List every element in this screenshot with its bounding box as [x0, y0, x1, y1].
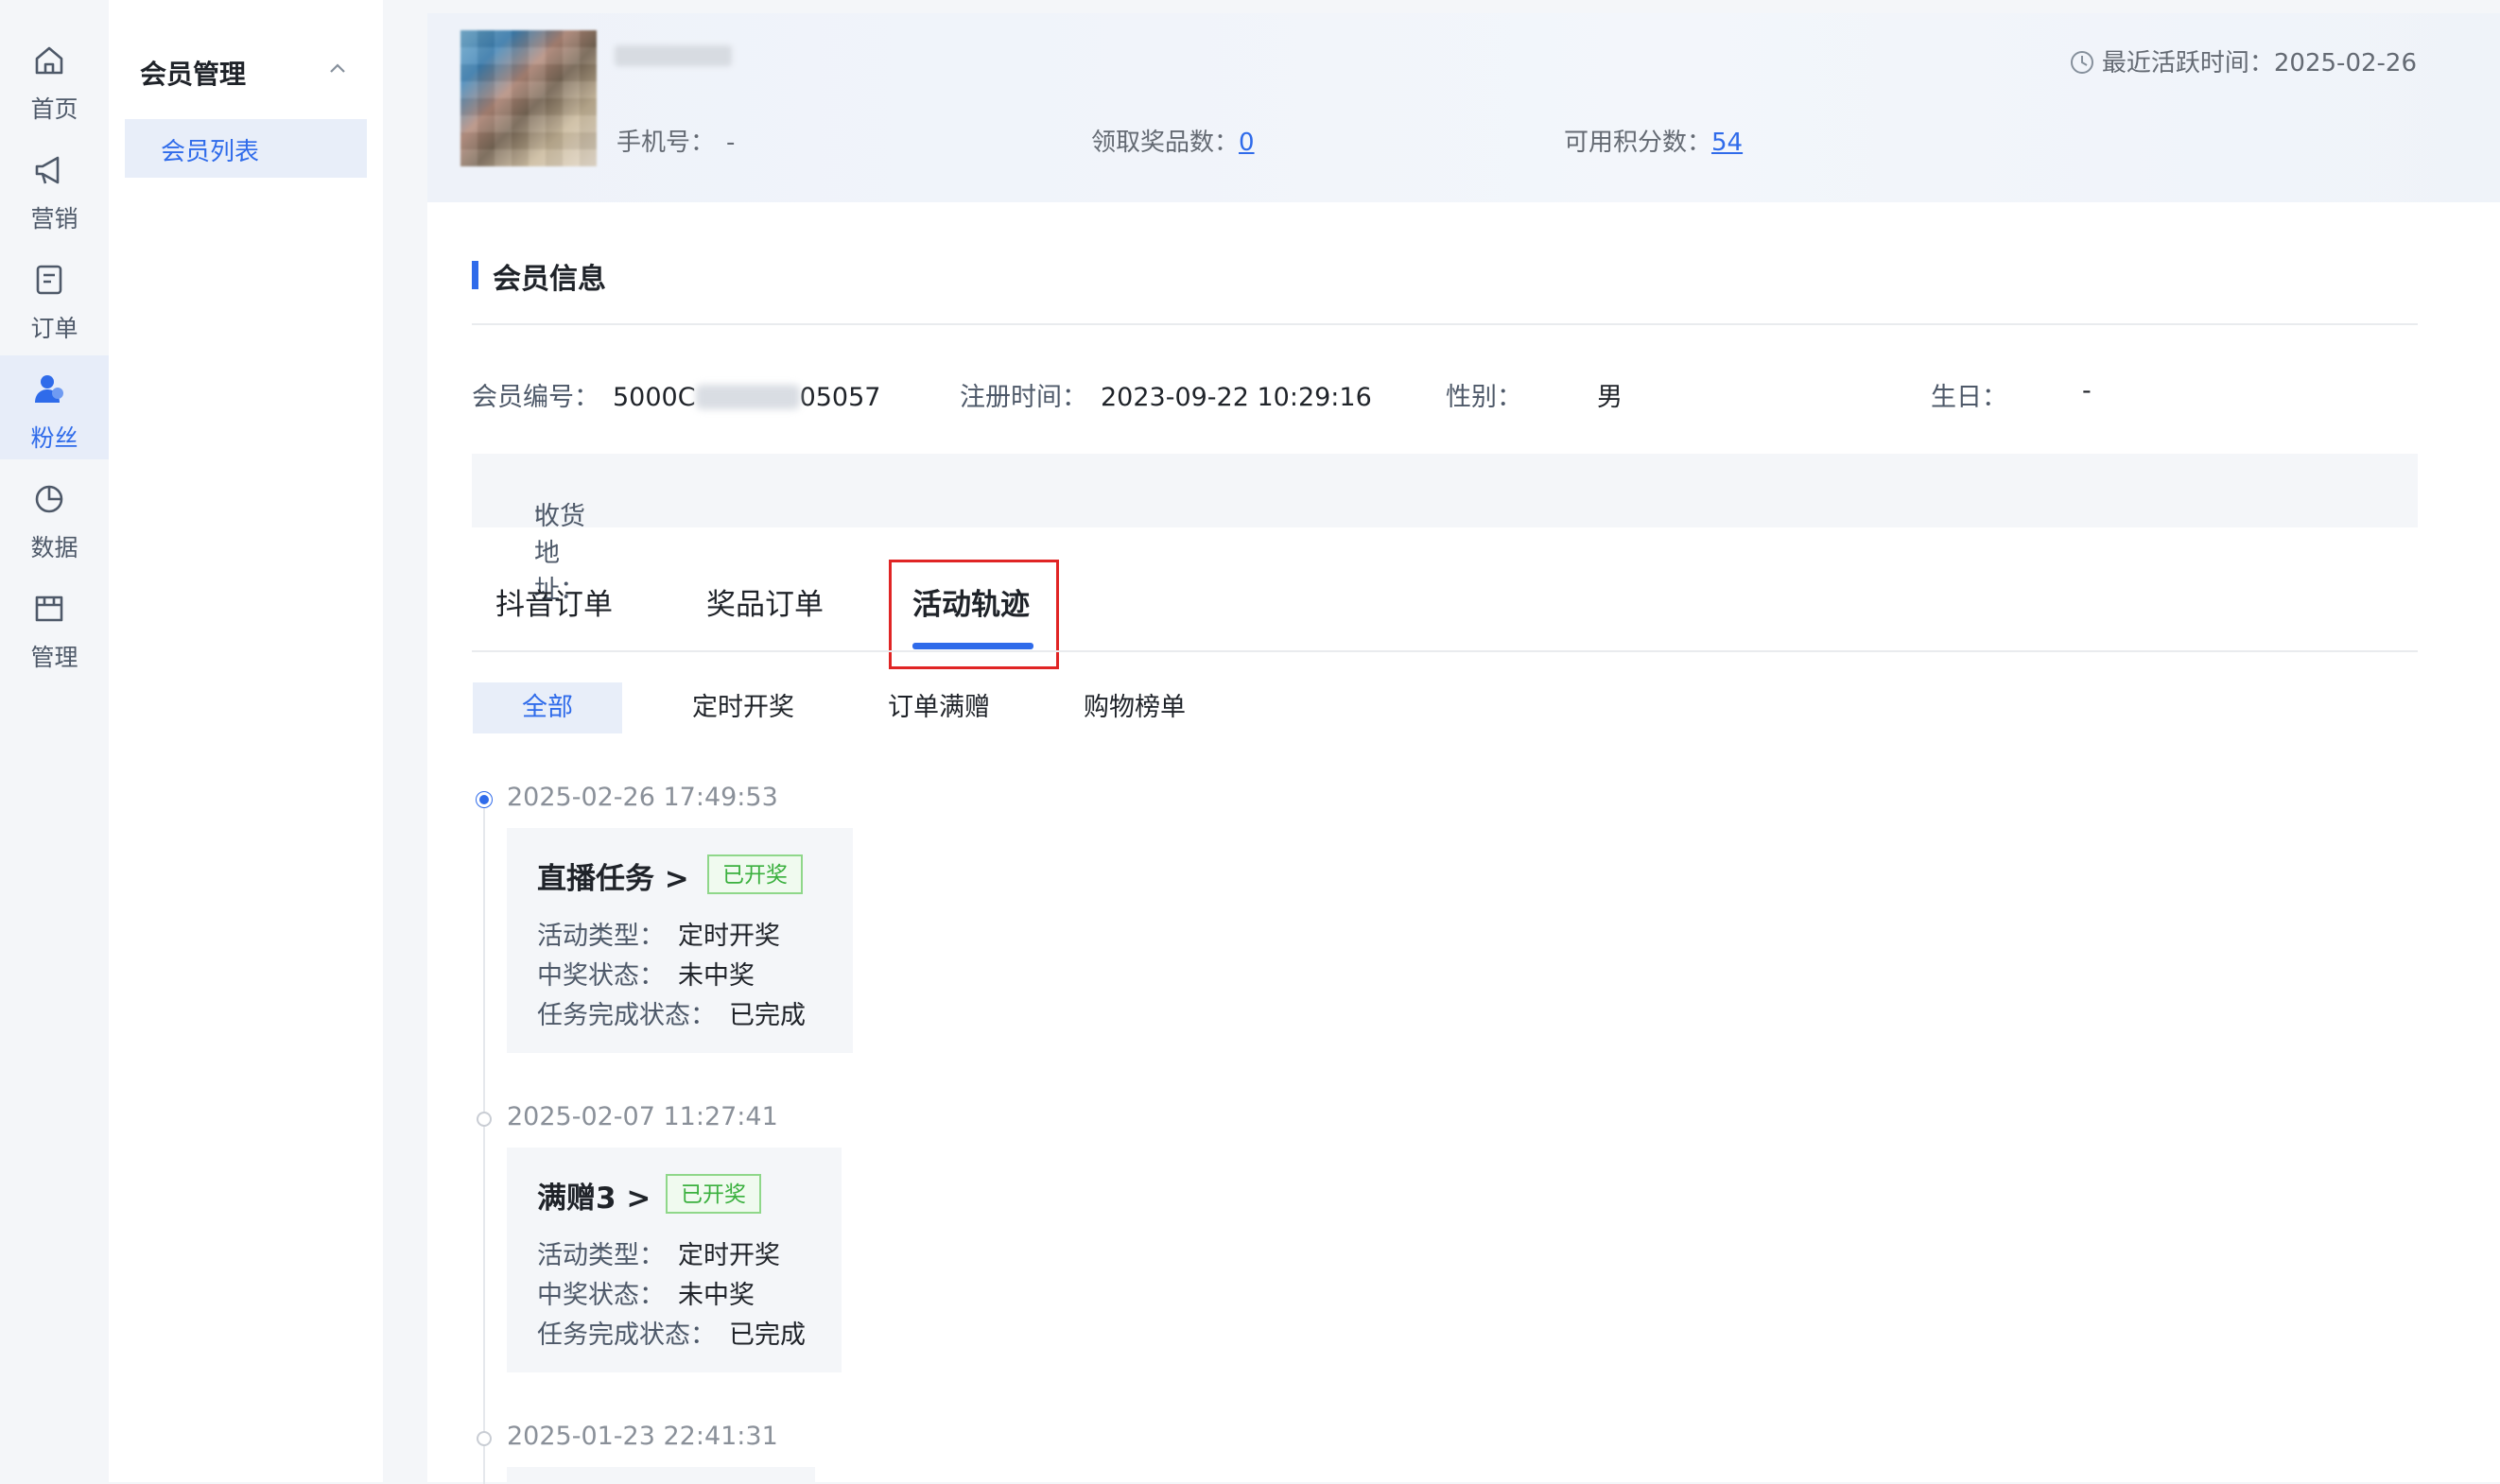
chevron-up-icon[interactable]: [329, 62, 346, 74]
submenu-item-label: 会员列表: [161, 138, 260, 166]
store-icon: [35, 595, 63, 622]
fans-icon: [35, 375, 63, 403]
filter-shopping-rank[interactable]: 购物榜单: [1084, 682, 1186, 733]
nav-label: 数据: [30, 534, 78, 561]
submenu-item-member-list[interactable]: 会员列表: [125, 119, 367, 178]
main-content: 手机号： - 领取奖品数：0 可用积分数：54 最近活跃时间：2025-02-26…: [427, 13, 2500, 1484]
prizes-label: 领取奖品数：: [1091, 129, 1240, 157]
nav-label: 营销: [30, 205, 78, 233]
member-profile-header: 手机号： - 领取奖品数：0 可用积分数：54 最近活跃时间：2025-02-26: [427, 13, 2500, 202]
nav-item-manage[interactable]: 管理: [0, 575, 109, 679]
birthday-field: 生日： -: [1931, 376, 2092, 413]
gender-label: 性别：: [1446, 383, 1522, 412]
nickname-redacted: [615, 45, 732, 66]
address-bar: 收货地址： -: [472, 454, 2418, 605]
divider: [472, 323, 2418, 325]
member-id-redacted: [695, 385, 800, 409]
tab-douyin-orders[interactable]: 抖音订单: [495, 580, 613, 623]
status-badge: 已开奖: [707, 854, 803, 894]
row-value: 已完成: [729, 1320, 806, 1350]
avatar: [460, 30, 597, 166]
row-value: 未中奖: [678, 961, 755, 991]
timeline-dot: [477, 792, 492, 807]
activity-card: 满赠3 > 已开奖 活动类型： 定时开奖 中奖状态： 未中奖 任务完成状态： 已完成: [507, 1148, 842, 1372]
register-time-field: 注册时间： 2023-09-22 10:29:16: [960, 376, 1372, 413]
row-label: 活动类型：: [537, 1241, 665, 1270]
home-icon: [35, 46, 63, 75]
divider: [472, 650, 2418, 652]
timeline-dot: [477, 1431, 492, 1446]
filter-all[interactable]: 全部: [473, 682, 622, 733]
row-value: 定时开奖: [678, 922, 780, 951]
birthday-value: -: [2082, 376, 2092, 406]
status-badge: 已开奖: [666, 1174, 761, 1214]
member-id-suffix: 05057: [799, 383, 881, 412]
row-label: 中奖状态：: [537, 961, 665, 991]
member-id-prefix: 5000C: [613, 383, 696, 412]
phone-label: 手机号：: [616, 129, 716, 157]
member-id-label: 会员编号：: [472, 383, 599, 412]
row-label: 中奖状态：: [537, 1281, 665, 1310]
filter-scheduled-draw[interactable]: 定时开奖: [692, 682, 794, 733]
order-icon: [36, 265, 62, 295]
win-status-row: 中奖状态： 未中奖: [537, 1274, 755, 1311]
activity-title-link[interactable]: 直播任务 >: [537, 854, 689, 897]
gender-value: 男: [1597, 383, 1623, 412]
pie-chart-icon: [35, 485, 63, 513]
activity-title-link[interactable]: 满赠3 >: [537, 1174, 651, 1217]
prizes-field: 领取奖品数：0: [1091, 123, 1255, 158]
birthday-label: 生日：: [1931, 383, 2007, 412]
tab-prize-orders[interactable]: 奖品订单: [706, 580, 824, 623]
task-status-row: 任务完成状态： 已完成: [537, 994, 806, 1031]
nav-item-marketing[interactable]: 营销: [0, 136, 109, 240]
register-time-value: 2023-09-22 10:29:16: [1101, 383, 1372, 412]
win-status-row: 中奖状态： 未中奖: [537, 955, 755, 992]
nav-label: 订单: [30, 315, 78, 342]
row-value: 定时开奖: [678, 1241, 780, 1270]
nav-item-home[interactable]: 首页: [0, 26, 109, 130]
timeline-time: 2025-02-07 11:27:41: [507, 1102, 778, 1131]
clock-icon: [2070, 51, 2093, 74]
nav-item-orders[interactable]: 订单: [0, 246, 109, 350]
sub-menu: 会员管理 会员列表: [109, 0, 383, 1482]
timeline-time: 2025-02-26 17:49:53: [507, 783, 778, 812]
nav-label: 管理: [30, 644, 78, 671]
annotation-highlight-box: [889, 560, 1059, 669]
row-label: 任务完成状态：: [537, 1320, 716, 1350]
timeline-line: [483, 803, 485, 1484]
gender-field: 性别： 男: [1446, 376, 1623, 413]
row-label: 活动类型：: [537, 922, 665, 951]
activity-card: [507, 1467, 815, 1482]
left-nav: 首页 营销 订单 粉丝 数据 管理: [0, 0, 109, 1482]
filter-order-gift[interactable]: 订单满赠: [888, 682, 990, 733]
row-value: 已完成: [729, 1001, 806, 1030]
member-id-field: 会员编号： 5000C 05057: [472, 376, 880, 413]
activity-card: 直播任务 > 已开奖 活动类型： 定时开奖 中奖状态： 未中奖 任务完成状态： 已完成: [507, 828, 853, 1053]
last-active-value: 2025-02-26: [2273, 49, 2417, 78]
points-field: 可用积分数：54: [1564, 123, 1743, 158]
address-value: -: [534, 495, 544, 525]
phone-field: 手机号： -: [616, 123, 735, 158]
activity-type-row: 活动类型： 定时开奖: [537, 915, 780, 952]
last-active-time: 最近活跃时间：2025-02-26: [2070, 43, 2417, 78]
register-time-label: 注册时间：: [960, 383, 1087, 412]
points-label: 可用积分数：: [1564, 129, 1712, 157]
timeline-dot: [477, 1112, 492, 1127]
last-active-label: 最近活跃时间：: [2101, 49, 2274, 78]
row-label: 任务完成状态：: [537, 1001, 716, 1030]
timeline-time: 2025-01-23 22:41:31: [507, 1422, 778, 1451]
nav-item-data[interactable]: 数据: [0, 465, 109, 569]
nav-label: 粉丝: [30, 424, 78, 452]
prizes-count-link[interactable]: 0: [1239, 129, 1255, 157]
phone-value: -: [726, 129, 736, 157]
activity-type-row: 活动类型： 定时开奖: [537, 1234, 780, 1271]
row-value: 未中奖: [678, 1281, 755, 1310]
points-count-link[interactable]: 54: [1711, 129, 1743, 157]
section-title: 会员信息: [472, 255, 606, 297]
nav-item-fans[interactable]: 粉丝: [0, 355, 109, 459]
nav-label: 首页: [30, 95, 78, 123]
task-status-row: 任务完成状态： 已完成: [537, 1314, 806, 1351]
megaphone-icon: [35, 156, 60, 184]
submenu-group-title[interactable]: 会员管理: [140, 54, 246, 92]
